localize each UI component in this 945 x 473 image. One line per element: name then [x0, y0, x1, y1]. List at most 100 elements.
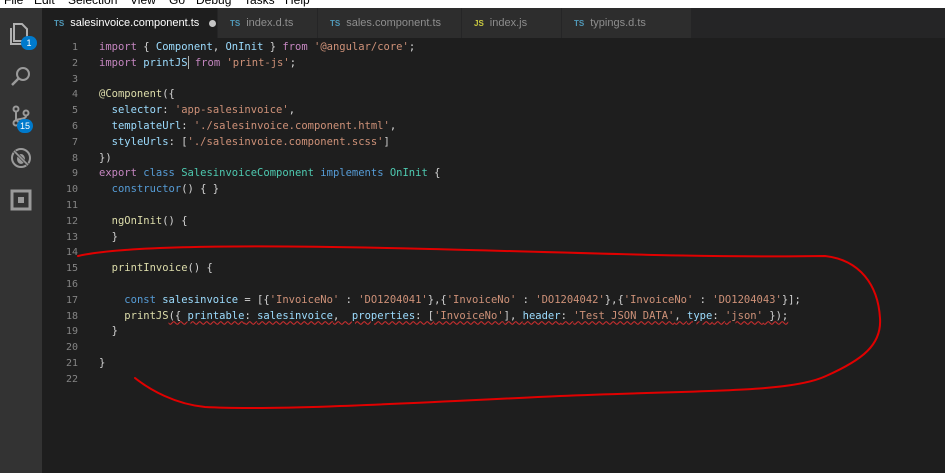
token: = [{ — [238, 293, 270, 306]
token: , — [288, 104, 296, 117]
line-number: 11 — [65, 199, 78, 211]
token: : — [516, 293, 536, 306]
token: styleUrls — [111, 135, 169, 148]
token: implements — [320, 167, 384, 180]
token: ({ — [162, 88, 175, 101]
token: OnInit — [225, 41, 264, 53]
token: templateUrl — [111, 119, 182, 132]
code-line-2: import printJS from 'print-js'; — [99, 56, 801, 72]
menu-tasks[interactable]: Tasks — [244, 0, 275, 8]
token: header — [522, 309, 561, 322]
token: '@angular/core' — [314, 41, 409, 53]
extensions-icon[interactable] — [7, 186, 35, 214]
token: constructor — [111, 183, 182, 196]
token: from — [282, 41, 308, 53]
line-number: 8 — [71, 152, 78, 164]
token: ], — [503, 309, 523, 322]
line-number: 22 — [65, 373, 78, 385]
token: 'print-js' — [226, 56, 290, 69]
line-number: 5 — [71, 105, 78, 117]
token: },{ — [427, 293, 447, 306]
token: salesinvoice — [162, 293, 239, 306]
token: type — [687, 309, 713, 322]
code-line-5: selector: 'app-salesinvoice', — [99, 103, 801, 119]
menu-go[interactable]: Go — [169, 0, 185, 8]
menu-file[interactable]: File — [4, 0, 23, 8]
token: } — [99, 230, 118, 243]
token: @Component — [99, 88, 163, 101]
token: 'InvoiceNo' — [623, 293, 694, 306]
code-line-13: } — [99, 230, 801, 246]
menu-bar: File Edit Selection View Go Debug Tasks … — [0, 0, 945, 8]
token: 'InvoiceNo' — [269, 293, 340, 306]
token: 'Test JSON DATA' — [573, 309, 675, 322]
token: class — [143, 167, 175, 180]
typescript-file-icon: TS — [230, 18, 241, 28]
token: selector — [111, 104, 163, 117]
token: export — [99, 167, 137, 180]
tab-index-js[interactable]: JS index.js — [462, 8, 562, 38]
code-line-12: ngOnInit() { — [99, 214, 801, 230]
menu-edit[interactable]: Edit — [34, 0, 55, 8]
line-number: 20 — [65, 342, 78, 354]
line-number: 4 — [71, 89, 78, 101]
token: { — [136, 41, 156, 53]
token: },{ — [604, 293, 624, 306]
tab-bar: TS salesinvoice.component.ts TS index.d.… — [42, 8, 945, 38]
token: Component — [155, 41, 213, 53]
code-line-1: import { Component, OnInit } from '@angu… — [99, 40, 801, 56]
menu-debug[interactable]: Debug — [196, 0, 231, 8]
token: : — [244, 309, 258, 322]
token: : — [339, 293, 359, 306]
menu-view[interactable]: View — [130, 0, 156, 8]
line-number: 9 — [71, 168, 78, 180]
tab-label: index.js — [489, 17, 528, 29]
token: from — [194, 56, 221, 69]
token: , — [212, 41, 226, 53]
source-control-icon[interactable]: 15 — [7, 102, 35, 133]
menu-help[interactable]: Help — [285, 0, 310, 8]
code-line-19: } — [99, 324, 801, 340]
line-number: 15 — [65, 263, 78, 275]
token: './salesinvoice.component.scss' — [187, 135, 384, 148]
token: import — [99, 56, 137, 69]
token: () { — [187, 262, 213, 275]
typescript-file-icon: TS — [574, 18, 585, 28]
tab-sales-component-ts[interactable]: TS sales.component.ts — [318, 8, 462, 38]
tab-salesinvoice-component-ts[interactable]: TS salesinvoice.component.ts — [42, 8, 218, 38]
line-number: 13 — [65, 231, 78, 243]
line-number: 2 — [71, 57, 78, 69]
token: ({ — [168, 309, 188, 322]
menu-selection[interactable]: Selection — [68, 0, 117, 8]
code-editor[interactable]: 1 2 3 4 5 6 7 8 9 10 11 12 13 14 15 16 1… — [42, 38, 945, 473]
line-number: 7 — [71, 136, 78, 148]
token: { — [427, 167, 441, 180]
code-lines: import { Component, OnInit } from '@angu… — [99, 40, 801, 388]
token: import — [99, 41, 137, 53]
debug-icon[interactable] — [7, 144, 35, 172]
line-number: 14 — [65, 247, 78, 259]
search-icon[interactable] — [7, 62, 35, 90]
tab-label: sales.component.ts — [346, 17, 442, 29]
token: properties — [351, 309, 416, 322]
tab-index-d-ts[interactable]: TS index.d.ts — [218, 8, 318, 38]
token: , — [332, 309, 352, 322]
explorer-icon[interactable]: 1 — [7, 20, 37, 50]
token: 'DO1204042' — [535, 293, 605, 306]
tab-typings-d-ts[interactable]: TS typings.d.ts — [562, 8, 692, 38]
token: printInvoice — [111, 262, 188, 275]
unsaved-dot-icon[interactable] — [209, 19, 217, 27]
token: ngOnInit — [111, 214, 163, 227]
code-line-4: @Component({ — [99, 87, 801, 103]
token: printable — [187, 309, 245, 322]
typescript-file-icon: TS — [54, 18, 65, 28]
